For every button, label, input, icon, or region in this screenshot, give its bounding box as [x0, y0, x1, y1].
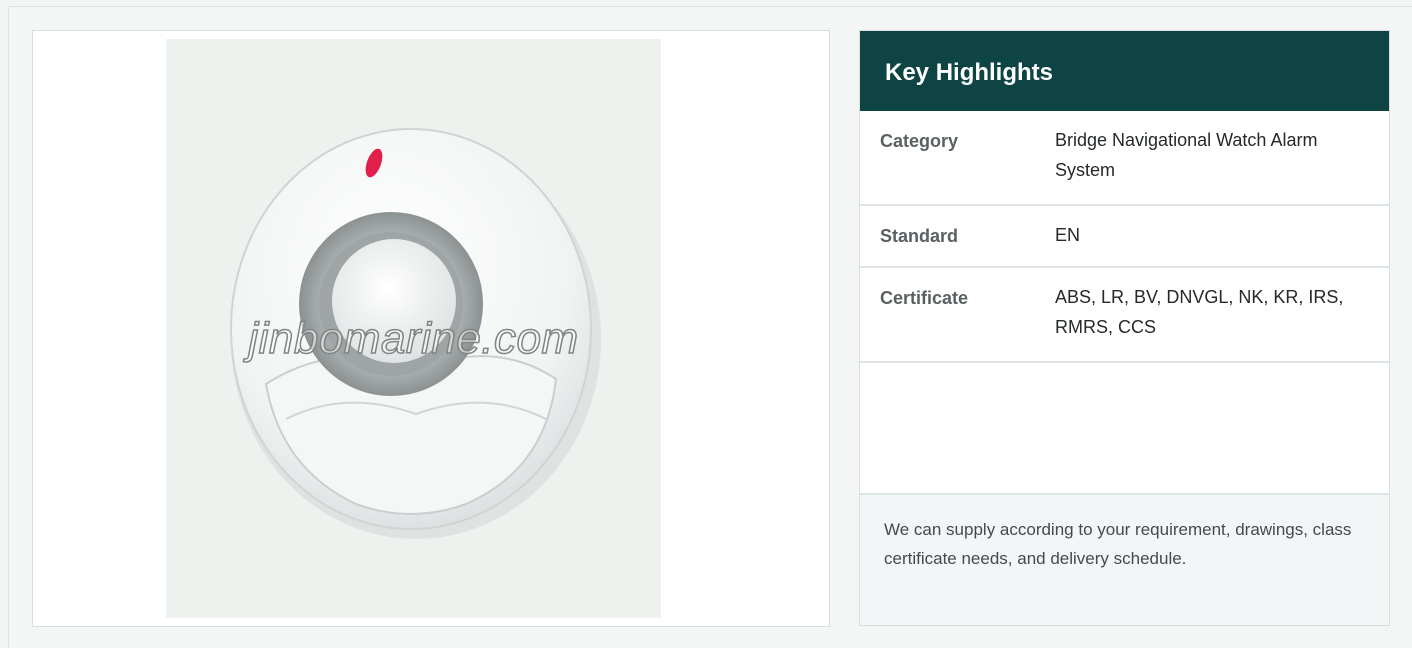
key-highlights-panel: Key Highlights Category Bridge Navigatio… — [859, 30, 1390, 626]
product-photo[interactable]: jinbomarine.com — [166, 39, 661, 618]
highlight-key: Category — [880, 131, 959, 151]
highlight-value: Bridge Navigational Watch Alarm System — [1055, 130, 1318, 180]
highlight-value: ABS, LR, BV, DNVGL, NK, KR, IRS, RMRS, C… — [1055, 287, 1344, 337]
highlight-row-certificate: Certificate ABS, LR, BV, DNVGL, NK, KR, … — [860, 268, 1389, 363]
highlight-row-standard: Standard EN — [860, 206, 1389, 268]
highlight-row-category: Category Bridge Navigational Watch Alarm… — [860, 111, 1389, 206]
supply-note: We can supply according to your requirem… — [860, 495, 1389, 625]
product-image-card: jinbomarine.com — [32, 30, 830, 627]
key-highlights-title: Key Highlights — [860, 31, 1389, 111]
highlight-row-empty — [860, 363, 1389, 495]
highlight-key: Standard — [880, 226, 959, 246]
watermark-text: jinbomarine.com — [248, 313, 579, 364]
highlight-value: EN — [1055, 225, 1081, 245]
highlight-key: Certificate — [880, 288, 969, 308]
